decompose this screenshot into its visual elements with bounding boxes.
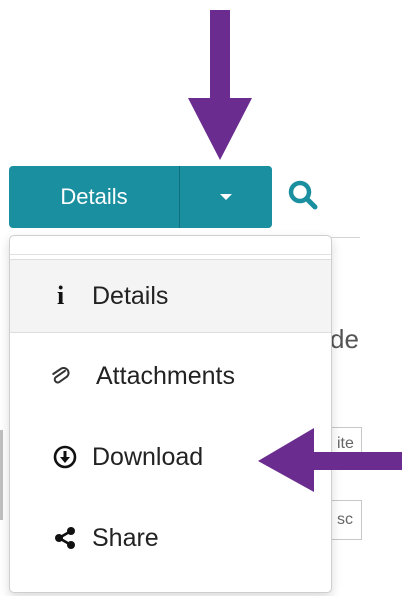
- download-circle-icon: [52, 444, 92, 470]
- background-border: [0, 430, 3, 520]
- chevron-down-icon: [220, 194, 232, 200]
- share-icon: [52, 525, 92, 551]
- paperclip-icon: [48, 364, 96, 388]
- annotation-arrow-down: [188, 10, 252, 160]
- background-table-cell: sc: [330, 500, 362, 540]
- dropdown-menu: i Details Attachments Download Share: [9, 235, 332, 593]
- search-icon[interactable]: [286, 178, 320, 212]
- info-icon: i: [57, 281, 65, 310]
- menu-item-label: Details: [92, 281, 169, 310]
- menu-item-label: Download: [92, 442, 204, 471]
- menu-item-label: Share: [92, 523, 159, 552]
- menu-item-attachments[interactable]: Attachments: [10, 340, 331, 412]
- details-button[interactable]: Details: [9, 166, 179, 228]
- dropdown-toggle-button[interactable]: [180, 166, 272, 228]
- menu-item-label: Attachments: [96, 361, 235, 390]
- menu-item-share[interactable]: Share: [10, 502, 331, 574]
- background-heading-fragment: de: [330, 324, 359, 354]
- details-split-button: Details: [9, 166, 272, 228]
- annotation-arrow-left: [258, 428, 402, 492]
- menu-separator: [10, 254, 331, 255]
- background-divider: [330, 237, 360, 238]
- menu-item-details[interactable]: i Details: [10, 259, 331, 333]
